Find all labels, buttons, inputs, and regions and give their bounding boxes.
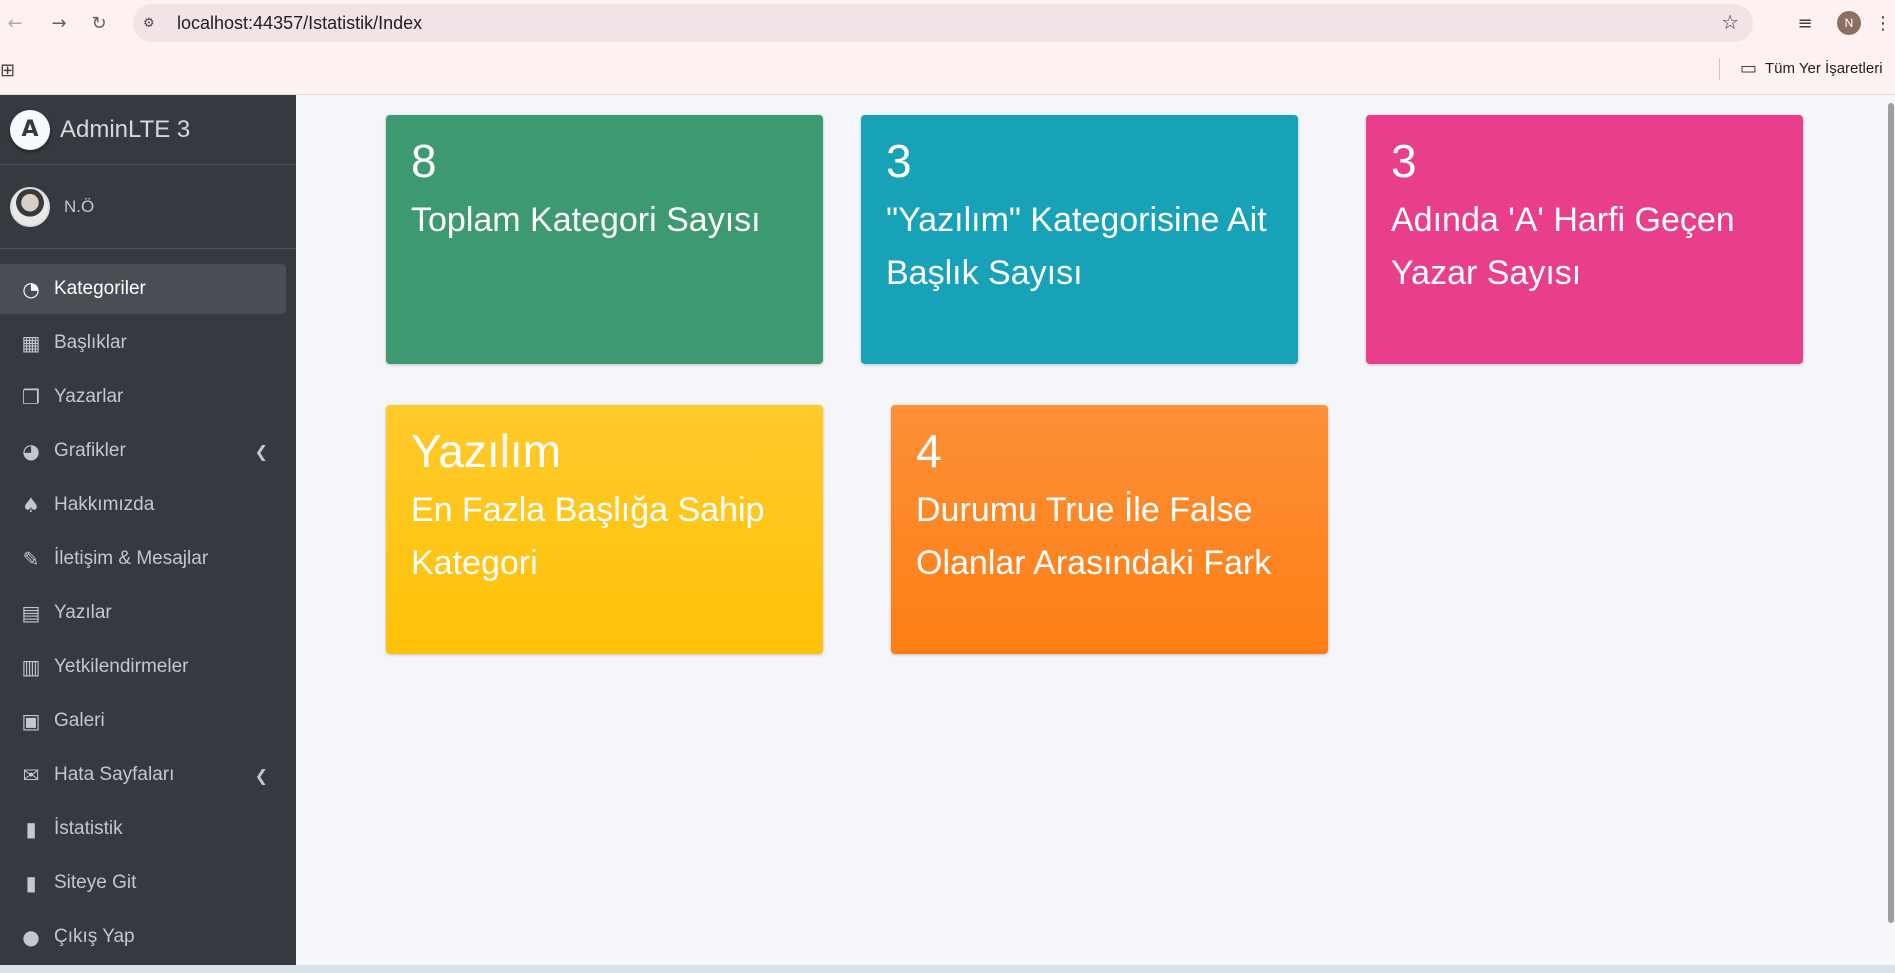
sidebar-item-label: Hata Sayfaları <box>54 764 175 785</box>
sidebar-item-label: Siteye Git <box>54 872 137 893</box>
sidebar-item-siteye-git[interactable]: ▮ Siteye Git <box>0 858 286 908</box>
book-icon: ▮ <box>25 871 37 895</box>
window-bottom-edge <box>0 965 1895 973</box>
tachometer-icon: ◔ <box>22 277 40 301</box>
chevron-left-icon: ❮ <box>254 765 268 785</box>
back-button[interactable]: ← <box>0 8 30 38</box>
stat-value: 3 <box>886 135 912 187</box>
media-control-icon[interactable]: ≡ <box>1783 13 1827 34</box>
all-bookmarks-label: Tüm Yer İşaretleri <box>1765 60 1883 77</box>
scrollbar-thumb[interactable] <box>1888 103 1894 923</box>
sidebar-item-galeri[interactable]: ▣ Galeri <box>0 696 286 746</box>
sidebar-item-label: Grafikler <box>54 440 126 461</box>
user-name[interactable]: N.Ö <box>64 197 94 217</box>
stat-label: Durumu True İle False Olanlar Arasındaki… <box>916 490 1272 582</box>
stat-value: 4 <box>916 425 942 477</box>
brand-link[interactable]: A AdminLTE 3 <box>0 95 296 165</box>
adminlte-logo-icon: A <box>10 109 50 150</box>
content-wrapper: 8 Toplam Kategori Sayısı 3 "Yazılım" Kat… <box>296 95 1895 965</box>
sidebar-item-label: Yazılar <box>54 602 112 623</box>
copy-icon: ❐ <box>22 385 40 409</box>
apple-icon: ● <box>22 925 40 949</box>
main-sidebar: A AdminLTE 3 N.Ö ◔ Kategoriler ▦ Başlıkl… <box>0 95 296 965</box>
url-text[interactable]: localhost:44357/Istatistik/Index <box>177 13 422 34</box>
site-info-icon[interactable]: ⚙ <box>143 16 165 31</box>
bookmarks-bar: ⊞ ▭ Tüm Yer İşaretleri <box>0 46 1895 95</box>
sidebar-item-hata-sayfalari[interactable]: ✉ Hata Sayfaları ❮ <box>0 750 286 800</box>
stat-box-top-category: Yazılım En Fazla Başlığa Sahip Kategori <box>386 405 823 654</box>
image-icon: ▣ <box>21 709 41 733</box>
stat-value: Yazılım <box>411 425 561 477</box>
user-avatar <box>10 186 50 227</box>
sidebar-item-label: Yetkilendirmeler <box>54 656 189 677</box>
sidebar-item-istatistik[interactable]: ▮ İstatistik <box>0 804 286 854</box>
stat-box-writers-with-a: 3 Adında 'A' Harfi Geçen Yazar Sayısı <box>1366 115 1803 364</box>
sidebar-item-label: İstatistik <box>54 818 123 839</box>
sidebar-item-basliklar[interactable]: ▦ Başlıklar <box>0 318 286 368</box>
all-bookmarks-folder[interactable]: ▭ Tüm Yer İşaretleri <box>1740 58 1883 79</box>
bookmark-star-icon[interactable]: ☆ <box>1721 10 1739 34</box>
vertical-scrollbar[interactable] <box>1887 95 1895 965</box>
sidebar-item-label: Galeri <box>54 710 105 731</box>
sidebar-item-yazarlar[interactable]: ❐ Yazarlar <box>0 372 286 422</box>
user-panel: N.Ö <box>0 165 296 249</box>
sidebar-item-label: Kategoriler <box>54 278 146 299</box>
stat-label: Toplam Kategori Sayısı <box>411 200 761 239</box>
sidebar-item-label: Başlıklar <box>54 332 127 353</box>
book-icon: ▮ <box>25 817 37 841</box>
bookmarks-divider <box>1719 58 1720 80</box>
apps-grid-icon[interactable]: ⊞ <box>0 60 15 81</box>
stat-label: "Yazılım" Kategorisine Ait Başlık Sayısı <box>886 200 1267 292</box>
envelope-icon: ✉ <box>22 763 40 787</box>
more-menu-icon[interactable]: ⋮ <box>1871 13 1895 34</box>
stat-box-total-categories: 8 Toplam Kategori Sayısı <box>386 115 823 364</box>
stat-box-software-titles: 3 "Yazılım" Kategorisine Ait Başlık Sayı… <box>861 115 1298 364</box>
sidebar-item-cikis-yap[interactable]: ● Çıkış Yap <box>0 912 286 962</box>
sidebar-item-grafikler[interactable]: ◕ Grafikler ❮ <box>0 426 286 476</box>
tree-icon: ♠ <box>22 493 40 517</box>
reload-button[interactable]: ↻ <box>84 8 114 38</box>
edit-icon: ✎ <box>22 547 40 571</box>
sidebar-item-yetkilendirmeler[interactable]: ▥ Yetkilendirmeler <box>0 642 286 692</box>
sidebar-item-label: Yazarlar <box>54 386 124 407</box>
stat-label: En Fazla Başlığa Sahip Kategori <box>411 490 765 582</box>
pie-chart-icon: ◕ <box>22 439 40 463</box>
address-bar[interactable]: ⚙ localhost:44357/Istatistik/Index ☆ <box>133 4 1753 42</box>
browser-toolbar: ← → ↻ ⚙ localhost:44357/Istatistik/Index… <box>0 0 1895 46</box>
sidebar-item-label: Hakkımızda <box>54 494 155 515</box>
folder-icon: ▭ <box>1740 58 1758 79</box>
stat-label: Adında 'A' Harfi Geçen Yazar Sayısı <box>1391 200 1735 292</box>
chevron-left-icon: ❮ <box>254 441 268 461</box>
sidebar-item-label: İletişim & Mesajlar <box>54 548 209 569</box>
brand-text: AdminLTE 3 <box>60 115 191 143</box>
profile-avatar[interactable]: N <box>1837 11 1861 35</box>
table-icon: ▤ <box>21 601 41 625</box>
sidebar-item-kategoriler[interactable]: ◔ Kategoriler <box>0 264 286 314</box>
grid-icon: ▦ <box>21 331 41 355</box>
stat-box-true-false-diff: 4 Durumu True İle False Olanlar Arasında… <box>891 405 1328 654</box>
calendar-icon: ▥ <box>21 655 41 679</box>
forward-button[interactable]: → <box>44 8 74 38</box>
sidebar-item-label: Çıkış Yap <box>54 926 135 947</box>
stat-value: 8 <box>411 135 437 187</box>
stat-value: 3 <box>1391 135 1417 187</box>
sidebar-item-iletisim[interactable]: ✎ İletişim & Mesajlar <box>0 534 286 584</box>
sidebar-item-yazilar[interactable]: ▤ Yazılar <box>0 588 286 638</box>
sidebar-item-hakkimizda[interactable]: ♠ Hakkımızda <box>0 480 286 530</box>
sidebar-menu: ◔ Kategoriler ▦ Başlıklar ❐ Yazarlar ◕ G… <box>0 264 296 962</box>
